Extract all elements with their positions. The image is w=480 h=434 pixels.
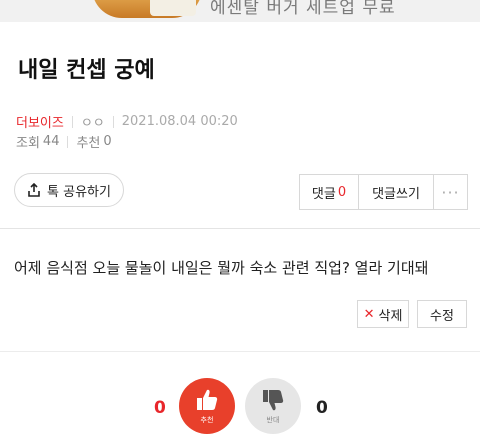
- like-label: 추천: [200, 416, 214, 424]
- meta-separator: [67, 135, 69, 148]
- comments-count: 0: [337, 184, 347, 200]
- kakao-share-button[interactable]: 톡 공유하기: [14, 173, 124, 207]
- delete-button[interactable]: ✕ 삭제: [357, 300, 409, 328]
- thumbs-down-icon: [260, 387, 286, 413]
- edit-button[interactable]: 수정: [417, 300, 467, 328]
- post-meta: 더보이즈 ㅇㅇ 2021.08.04 00:20: [16, 112, 238, 131]
- recommend-label: 추천: [76, 136, 101, 151]
- comments-button[interactable]: 댓글 0: [300, 175, 358, 209]
- nickname: ㅇㅇ: [80, 116, 105, 131]
- divider: [0, 351, 480, 352]
- share-icon: [27, 183, 41, 197]
- like-button[interactable]: 추천: [179, 378, 235, 434]
- post-body: 어제 음식점 오늘 물놀이 내일은 뭘까 숙소 관련 직업? 열라 기대돼: [14, 259, 429, 277]
- delete-label: 삭제: [378, 308, 403, 324]
- meta-separator: [71, 115, 73, 128]
- recommend-count: 0: [103, 134, 112, 149]
- meta-separator: [112, 115, 114, 128]
- post-action-group: 댓글 0 댓글쓰기 ···: [299, 174, 468, 210]
- share-button-label: 톡 공유하기: [47, 184, 111, 200]
- more-options-button[interactable]: ···: [433, 175, 467, 209]
- views-label: 조회: [16, 136, 40, 151]
- comments-label: 댓글: [311, 186, 336, 202]
- post-stats: 조회 44 추천 0: [16, 132, 112, 151]
- post-title: 내일 컨셉 궁예: [18, 58, 155, 83]
- write-comment-button[interactable]: 댓글쓰기: [358, 175, 433, 209]
- like-count: 0: [154, 398, 166, 418]
- author-name[interactable]: 더보이즈: [16, 112, 64, 131]
- divider: [0, 228, 480, 229]
- ad-drink-image: [150, 0, 196, 16]
- thumbs-up-icon: [194, 387, 220, 413]
- dislike-label: 반대: [266, 416, 280, 424]
- ad-text: 에센탈 버거 세트업 무료: [210, 0, 396, 18]
- dislike-button[interactable]: 반대: [245, 378, 301, 434]
- close-icon: ✕: [363, 306, 375, 322]
- dislike-count: 0: [316, 398, 328, 418]
- post-datetime: 2021.08.04 00:20: [121, 114, 238, 129]
- ad-banner[interactable]: 에센탈 버거 세트업 무료: [0, 0, 480, 22]
- views-count: 44: [42, 134, 60, 149]
